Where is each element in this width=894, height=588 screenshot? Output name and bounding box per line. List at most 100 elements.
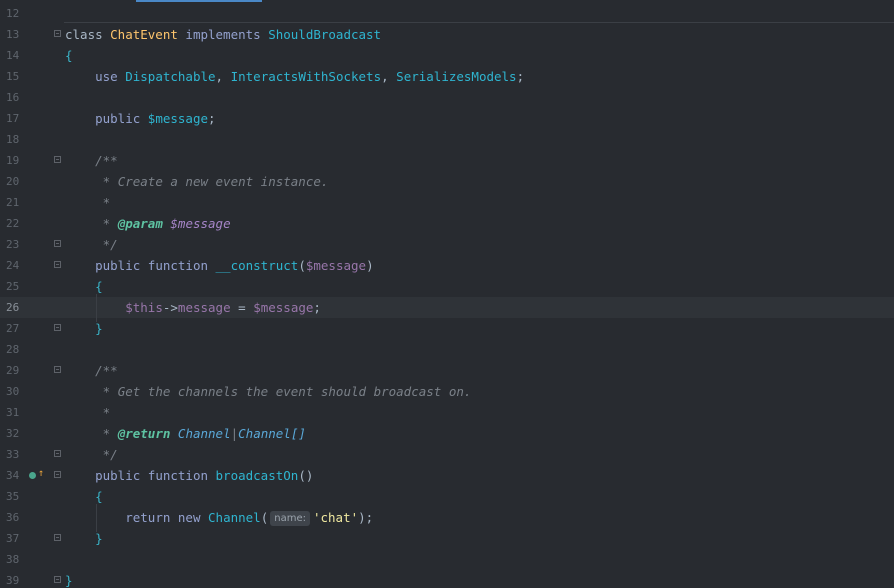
code-line[interactable]: 39} <box>0 570 894 588</box>
code-line[interactable]: 18 <box>0 129 894 150</box>
code-token: 'chat' <box>312 510 359 525</box>
code-token: ShouldBroadcast <box>268 27 382 42</box>
code-line[interactable]: 38 <box>0 549 894 570</box>
code-line[interactable]: 29 /** <box>0 360 894 381</box>
fold-toggle-icon[interactable] <box>54 30 61 37</box>
code-token: { <box>95 279 103 294</box>
code-token: * <box>102 216 118 231</box>
code-line[interactable]: 35 { <box>0 486 894 507</box>
code-line[interactable]: 21 * <box>0 192 894 213</box>
code-text[interactable]: class ChatEvent implements ShouldBroadca… <box>65 24 381 45</box>
code-text[interactable]: { <box>65 45 73 66</box>
line-number: 17 <box>6 112 20 125</box>
code-token: } <box>95 531 103 546</box>
code-text[interactable]: public function __construct($message) <box>65 255 374 276</box>
code-text[interactable]: */ <box>65 444 118 465</box>
code-token: use <box>95 69 126 84</box>
code-token: $message <box>170 216 231 231</box>
fold-toggle-icon[interactable] <box>54 576 61 583</box>
fold-toggle-icon[interactable] <box>54 261 61 268</box>
line-number: 26 <box>6 301 20 314</box>
code-line[interactable]: 25 { <box>0 276 894 297</box>
line-number: 39 <box>6 574 20 587</box>
code-text[interactable]: * Get the channels the event should broa… <box>65 381 472 402</box>
code-text[interactable]: /** <box>65 150 118 171</box>
fold-toggle-icon[interactable] <box>54 366 61 373</box>
code-text[interactable]: /** <box>65 360 118 381</box>
code-text[interactable]: public function broadcastOn() <box>65 465 313 486</box>
code-text[interactable]: */ <box>65 234 118 255</box>
code-token: * <box>102 405 111 420</box>
code-line[interactable]: 13 class ChatEvent implements ShouldBroad… <box>0 24 894 45</box>
code-line[interactable]: 15 use Dispatchable, InteractsWithSocket… <box>0 66 894 87</box>
code-token: * <box>102 195 111 210</box>
code-line[interactable]: 37 } <box>0 528 894 549</box>
overrides-arrow-icon[interactable]: ↑ <box>38 467 44 481</box>
code-line[interactable]: 30 * Get the channels the event should b… <box>0 381 894 402</box>
code-text[interactable]: public $message; <box>65 108 216 129</box>
code-line[interactable]: 26 $this->message = $message; <box>0 297 894 318</box>
code-text[interactable]: * @param $message <box>65 213 231 234</box>
fold-toggle-icon[interactable] <box>54 471 61 478</box>
code-line[interactable]: 33 */ <box>0 444 894 465</box>
line-number: 27 <box>6 322 20 335</box>
code-token: } <box>65 573 73 588</box>
fold-toggle-icon[interactable] <box>54 450 61 457</box>
code-line[interactable]: 17 public $message; <box>0 108 894 129</box>
code-text[interactable]: $this->message = $message; <box>65 297 321 318</box>
code-token: { <box>65 48 73 63</box>
code-line[interactable]: 36 return new Channel(name:'chat'); <box>0 507 894 528</box>
parameter-hint: name: <box>270 511 310 526</box>
code-line[interactable]: 12 <box>0 3 894 24</box>
line-number: 24 <box>6 259 20 272</box>
fold-toggle-icon[interactable] <box>54 324 61 331</box>
fold-toggle-icon[interactable] <box>54 156 61 163</box>
code-token: ) <box>366 258 374 273</box>
code-token: ; <box>208 111 216 126</box>
indent-guide <box>96 294 97 322</box>
fold-toggle-icon[interactable] <box>54 240 61 247</box>
code-token: ; <box>313 300 321 315</box>
code-text[interactable]: } <box>65 570 73 588</box>
code-token: { <box>95 489 103 504</box>
code-text[interactable]: return new Channel(name:'chat'); <box>65 507 373 528</box>
code-token: } <box>95 321 103 336</box>
line-number: 18 <box>6 133 20 146</box>
line-number: 14 <box>6 49 20 62</box>
code-text[interactable]: * <box>65 402 111 423</box>
code-line[interactable]: 31 * <box>0 402 894 423</box>
code-line[interactable]: 24 public function __construct($message) <box>0 255 894 276</box>
code-line[interactable]: 32 * @return Channel|Channel[] <box>0 423 894 444</box>
code-line[interactable]: 23 */ <box>0 234 894 255</box>
code-token: public function <box>95 468 216 483</box>
line-number: 28 <box>6 343 20 356</box>
code-line[interactable]: 14 { <box>0 45 894 66</box>
code-editor[interactable]: 12 13 class ChatEvent implements ShouldBro… <box>0 0 894 588</box>
code-text[interactable]: use Dispatchable, InteractsWithSockets, … <box>65 66 524 87</box>
code-token: */ <box>102 237 118 252</box>
code-token: $this <box>125 300 163 315</box>
line-number: 37 <box>6 532 20 545</box>
code-token: ( <box>260 510 269 525</box>
code-line[interactable]: 19 /** <box>0 150 894 171</box>
code-line[interactable]: 34 ↑ public function broadcastOn() <box>0 465 894 486</box>
code-text[interactable]: * @return Channel|Channel[] <box>65 423 306 444</box>
implements-method-icon[interactable] <box>29 472 36 479</box>
code-text[interactable]: * Create a new event instance. <box>65 171 329 192</box>
code-text[interactable]: * <box>65 192 111 213</box>
code-line[interactable]: 27 } <box>0 318 894 339</box>
code-token: public <box>95 111 148 126</box>
code-line[interactable]: 28 <box>0 339 894 360</box>
line-number: 22 <box>6 217 20 230</box>
code-token: ; <box>516 69 525 84</box>
code-line[interactable]: 16 <box>0 87 894 108</box>
code-line[interactable]: 20 * Create a new event instance. <box>0 171 894 192</box>
code-line[interactable]: 22 * @param $message <box>0 213 894 234</box>
fold-toggle-icon[interactable] <box>54 534 61 541</box>
